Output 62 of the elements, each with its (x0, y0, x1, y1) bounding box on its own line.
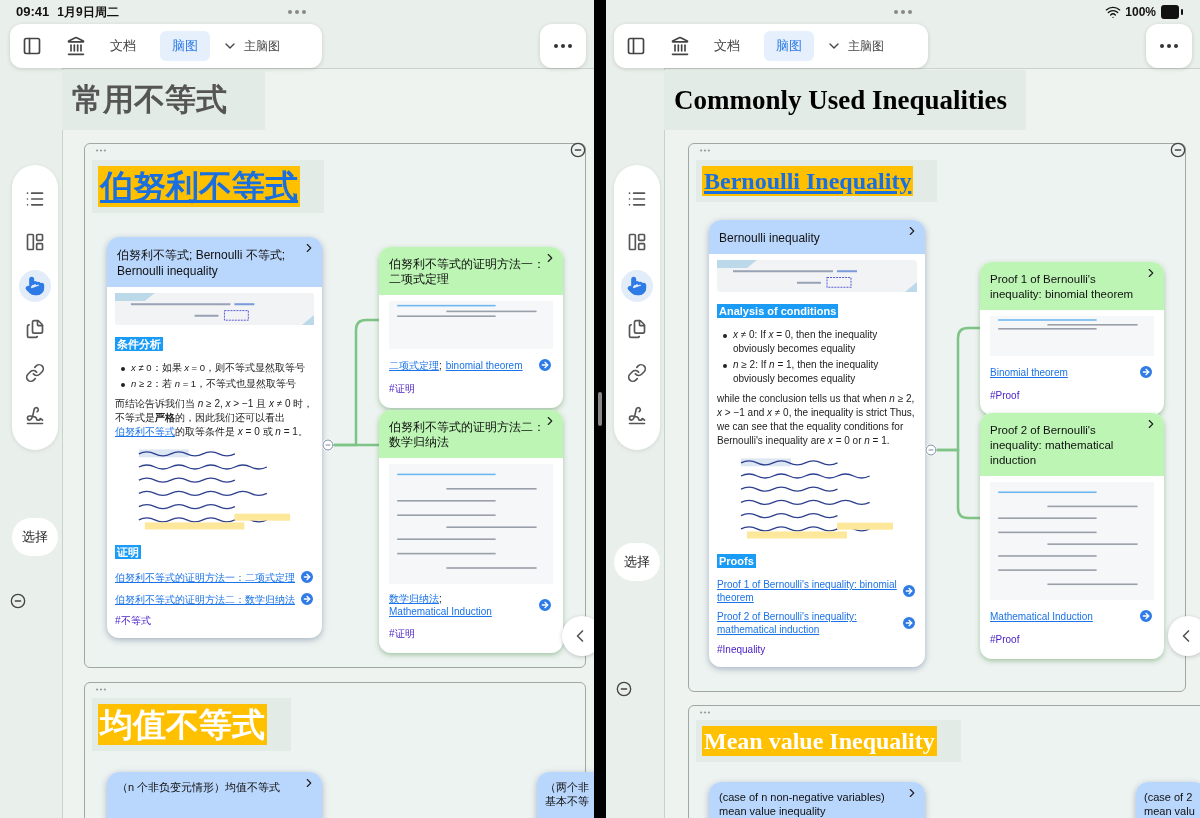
card-title: (case of 2 (1144, 790, 1194, 804)
paragraph: while the conclusion tells us that when n ≥ 2, x > −1 and x ≠ 0, the inequality is strict Thus, we can see that the equality conditions for Bernoulli's inequality are x = 0 or n = 1. (717, 392, 916, 448)
mind-map-card[interactable]: Proof 2 of Bernoulli's inequality: mathematical induction Mathematical Induction #Proof (980, 413, 1164, 659)
status-time: 09:41 (16, 3, 50, 22)
bullet-text: x ≠ 0：如果 x = 0，则不等式显然取等号 (131, 361, 306, 375)
section-label: Analysis of conditions (717, 304, 839, 318)
page-title: Commonly Used Inequalities (664, 70, 1026, 130)
card-title: 伯努利不等式的证明方法二：数学归纳法 (389, 420, 546, 450)
card-link[interactable]: binomial theorem (445, 358, 523, 372)
battery-percent: 100% (1125, 4, 1156, 21)
toolbar-tab[interactable]: 脑图 (764, 31, 814, 61)
card-link[interactable]: Proof 1 of Bernoulli's inequality: binomial theorem (717, 578, 897, 604)
toolbar-tab[interactable]: 文档 (98, 31, 148, 61)
mind-map-card[interactable]: 伯努利不等式的证明方法二：数学归纳法 数学归纳法; Mathematical Induction #证明 (379, 410, 563, 653)
mind-map-card[interactable]: （两个非 基本不等 (537, 772, 594, 818)
card-title: mean value inequality (719, 804, 827, 818)
map-selector[interactable]: 主脑图 (826, 37, 884, 55)
card-title: (case of n non-negative variables) (719, 790, 886, 804)
card-link[interactable]: 数学归纳法 (389, 592, 439, 605)
card-title: Proof 1 of Bernoulli's inequality: binomial theorem (990, 272, 1135, 302)
card-title: Proof 2 of Bernoulli's inequality: mathematical induction (990, 423, 1115, 468)
card-link[interactable]: 伯努利不等式的证明方法二：数学归纳法 (115, 592, 295, 606)
card-link[interactable]: 二项式定理 (389, 358, 439, 372)
page-title: 常用不等式 (62, 70, 265, 130)
card-title: （两个非 (545, 780, 590, 794)
card-title: Bernoulli inequality (719, 230, 821, 246)
card-title: 伯努利不等式; Bernoulli 不等式; Bernoulli inequality (117, 247, 287, 279)
select-button[interactable]: 选择 (614, 543, 660, 581)
tag[interactable]: #Proof (990, 388, 1154, 403)
toolbar-tab[interactable]: 脑图 (160, 31, 210, 61)
mind-map-card[interactable]: 伯努利不等式的证明方法一：二项式定理 二项式定理; binomial theorem #证明 (379, 247, 563, 408)
bullet-text: n ≥ 2：若 n = 1，不等式也显然取等号 (131, 377, 297, 391)
paragraph: 而结论告诉我们当 n ≥ 2, x > −1 且 x ≠ 0 时，不等式是严格的，因此我们还可以看出 伯努利不等式的取等条件是 x = 0 或 n = 1。 (115, 397, 314, 439)
card-title: （n 个非负变元情形）均值不等式 (117, 780, 282, 794)
tag[interactable]: #Inequality (717, 642, 917, 657)
card-link[interactable]: Mathematical Induction (389, 605, 492, 618)
toolbar-tab[interactable]: 文档 (702, 31, 752, 61)
card-title: mean valu (1144, 804, 1196, 818)
separator: ; (439, 592, 442, 605)
tag[interactable]: #Proof (990, 632, 1154, 647)
card-link[interactable]: Proof 2 of Bernoulli's inequality: mathematical induction (717, 610, 897, 636)
card-title: 基本不等 (545, 794, 590, 808)
tag[interactable]: #不等式 (115, 613, 314, 628)
mind-map-card[interactable]: (case of 2 mean valu (1136, 782, 1200, 818)
section-label: 条件分析 (115, 337, 163, 351)
card-link[interactable]: Binomial theorem (990, 365, 1068, 379)
bullet-text: n ≥ 2: If n = 1, then the inequality obviously becomes equality (733, 358, 880, 386)
card-link[interactable]: Mathematical Induction (990, 609, 1093, 623)
mind-map-card[interactable]: （n 个非负变元情形）均值不等式 (107, 772, 322, 818)
select-button[interactable]: 选择 (12, 518, 58, 556)
section-label: 证明 (115, 545, 141, 559)
card-title: 伯努利不等式的证明方法一：二项式定理 (389, 257, 546, 287)
separator: ; (439, 358, 442, 372)
map-selector[interactable]: 主脑图 (222, 37, 280, 55)
inline-link[interactable]: 伯努利不等式 (115, 426, 175, 437)
card-link[interactable]: 伯努利不等式的证明方法一：二项式定理 (115, 570, 295, 584)
mind-map-card[interactable]: (case of n non-negative variables) mean value inequality (709, 782, 925, 818)
section-label: Proofs (717, 554, 756, 568)
tag[interactable]: #证明 (389, 626, 553, 641)
tag[interactable]: #证明 (389, 381, 553, 396)
status-date: 1月9日周二 (57, 4, 119, 21)
mind-map-card[interactable]: Proof 1 of Bernoulli's inequality: binomial theorem Binomial theorem #Proof (980, 262, 1164, 415)
